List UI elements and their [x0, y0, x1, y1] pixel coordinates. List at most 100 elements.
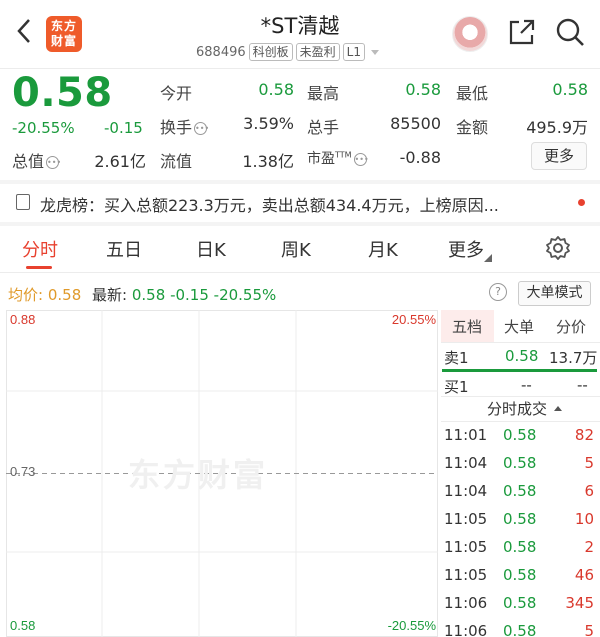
help-button[interactable]: ?	[489, 283, 507, 301]
current-price: 0.58	[12, 70, 113, 116]
pe-label-text: 市盈	[307, 151, 335, 167]
divider	[0, 272, 600, 273]
turnover-rate-value: 3.59%	[243, 114, 294, 133]
gear-icon	[546, 236, 570, 260]
tab-price-distribution[interactable]: 分价	[556, 316, 586, 337]
chart-tabs: 分时 五日 日K 周K 月K 更多	[0, 226, 600, 272]
open-label: 今开	[160, 84, 193, 103]
trade-volume: 6	[584, 482, 594, 500]
big-order-mode-button[interactable]: 大单模式	[518, 281, 591, 306]
search-button[interactable]	[554, 16, 586, 48]
latest-change: -0.15	[170, 286, 209, 304]
latest-value: 0.58	[131, 286, 166, 304]
info-icon: •••	[194, 122, 210, 135]
more-button[interactable]: 更多	[531, 142, 587, 170]
tab-five-levels[interactable]: 五档	[452, 316, 482, 337]
back-button[interactable]	[14, 16, 40, 56]
level-price: 0.58	[505, 347, 539, 365]
tab-daily-k[interactable]: 日K	[196, 236, 226, 262]
level-volume: 13.7万	[549, 349, 598, 367]
share-icon	[509, 19, 535, 45]
trade-time: 11:06	[444, 594, 488, 612]
stock-subtitle[interactable]: 688496 科创板 未盈利 L1	[196, 42, 382, 62]
trade-volume: 82	[574, 426, 594, 444]
turnover-rate-label[interactable]: 换手 •••	[160, 114, 210, 138]
pe-value: -0.88	[399, 148, 441, 167]
high-label: 最高	[307, 84, 340, 103]
level-price: --	[521, 376, 532, 394]
trade-row: 11:05 0.58 46	[441, 562, 600, 590]
y-pct-label-top: 20.55%	[392, 312, 437, 327]
trade-volume: 46	[574, 566, 594, 584]
unread-dot	[578, 199, 585, 206]
divider	[0, 68, 600, 69]
question-icon: ?	[495, 285, 501, 298]
float-cap-value: 1.38亿	[242, 152, 294, 171]
trade-time: 11:05	[444, 510, 488, 528]
level-volume: --	[577, 376, 588, 394]
trade-price: 0.58	[503, 454, 537, 472]
latest-percent: -20.55%	[213, 286, 277, 304]
trade-price: 0.58	[503, 510, 537, 528]
corner-triangle-icon	[484, 254, 492, 262]
stock-code: 688496	[196, 44, 246, 60]
trade-time: 11:05	[444, 566, 488, 584]
logo-text-line1: 东方	[50, 19, 77, 33]
y-label-bottom: 0.58	[10, 618, 35, 633]
tab-more-label: 更多	[448, 240, 484, 261]
tab-monthly-k[interactable]: 月K	[368, 236, 398, 262]
trade-row: 11:04 0.58 5	[441, 450, 600, 478]
tab-intraday[interactable]: 分时	[22, 236, 58, 262]
high-value: 0.58	[405, 80, 441, 99]
caret-up-icon	[553, 406, 562, 411]
latest-label: 最新:	[92, 286, 128, 304]
trade-volume: 5	[584, 622, 594, 637]
intraday-chart[interactable]: 0.88 0.73 0.58 20.55% -20.55% 东方财富	[6, 310, 438, 637]
pe-sup: TTM	[335, 150, 352, 160]
amount-value: 495.9万	[526, 118, 588, 137]
active-tab-indicator	[26, 266, 52, 269]
tag-level: L1	[342, 43, 365, 61]
tab-weekly-k[interactable]: 周K	[281, 236, 311, 262]
stock-title: *ST清越	[260, 14, 340, 38]
tab-big-orders[interactable]: 大单	[504, 316, 534, 337]
order-book-tabs: 五档 大单 分价	[441, 310, 600, 342]
pe-label[interactable]: 市盈TTM •••	[307, 148, 369, 168]
low-value: 0.58	[552, 80, 588, 99]
settings-button[interactable]	[545, 235, 571, 261]
trade-row: 11:04 0.58 6	[441, 478, 600, 506]
change-amount: -0.15	[104, 119, 143, 137]
tab-more[interactable]: 更多	[448, 236, 492, 262]
header: 东方 财富 *ST清越 688496 科创板 未盈利 L1	[0, 0, 600, 68]
trade-row: 11:06 0.58 345	[441, 590, 600, 618]
trade-price: 0.58	[503, 622, 537, 637]
trade-time: 11:04	[444, 454, 488, 472]
sell-level-1: 卖1 0.58 13.7万	[441, 343, 600, 369]
chevron-left-icon	[17, 19, 30, 43]
volume-label: 总手	[307, 118, 340, 137]
search-icon	[556, 18, 584, 46]
trades-header[interactable]: 分时成交	[487, 398, 564, 419]
watermark: 东方财富	[128, 456, 268, 494]
trade-time: 11:04	[444, 482, 488, 500]
low-label: 最低	[456, 84, 489, 103]
avg-value: 0.58	[47, 286, 82, 304]
y-pct-label-bottom: -20.55%	[388, 618, 437, 633]
trade-row: 11:01 0.58 82	[441, 422, 600, 450]
divider	[441, 396, 600, 397]
open-value: 0.58	[258, 80, 294, 99]
tab-five-day[interactable]: 五日	[106, 236, 142, 262]
trade-price: 0.58	[503, 538, 537, 556]
info-icon: •••	[353, 152, 369, 166]
share-button[interactable]	[506, 16, 538, 48]
logo-text-line2: 财富	[50, 34, 77, 48]
tag-profit: 未盈利	[295, 43, 340, 61]
trade-volume: 5	[584, 454, 594, 472]
trade-price: 0.58	[503, 566, 537, 584]
total-cap-label[interactable]: 总值 •••	[12, 148, 61, 172]
avatar[interactable]	[452, 16, 488, 52]
dragon-tiger-banner[interactable]: 龙虎榜：买入总额223.3万元，卖出总额434.4万元，上榜原因...	[0, 183, 600, 221]
amount-label: 金额	[456, 118, 489, 137]
volume-value: 85500	[390, 114, 441, 133]
trade-time: 11:06	[444, 622, 488, 637]
